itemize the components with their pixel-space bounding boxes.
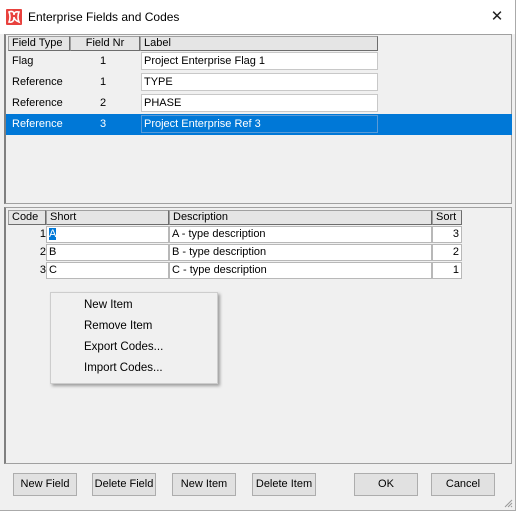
new-item-button[interactable]: New Item xyxy=(172,473,236,496)
window-title: Enterprise Fields and Codes xyxy=(28,10,180,24)
field-label-input[interactable]: Project Enterprise Ref 3 xyxy=(141,115,378,133)
table-row-selected[interactable]: Reference 3 Project Enterprise Ref 3 xyxy=(6,114,512,135)
short-input[interactable]: C xyxy=(46,262,169,279)
description-input[interactable]: C - type description xyxy=(169,262,432,279)
field-type-cell: Reference xyxy=(12,97,63,109)
field-nr-cell: 3 xyxy=(100,118,107,130)
title-bar: Enterprise Fields and Codes ✕ xyxy=(0,0,515,34)
ok-button[interactable]: OK xyxy=(354,473,418,496)
cancel-button[interactable]: Cancel xyxy=(431,473,495,496)
code-cell: 3 xyxy=(8,262,46,279)
field-label-input[interactable]: TYPE xyxy=(141,73,378,91)
close-icon[interactable]: ✕ xyxy=(487,7,507,27)
column-header-short[interactable]: Short xyxy=(46,210,169,225)
field-nr-cell: 2 xyxy=(100,97,107,109)
field-label-input[interactable]: PHASE xyxy=(141,94,378,112)
short-input[interactable]: B xyxy=(46,244,169,261)
context-menu: New Item Remove Item Export Codes... Imp… xyxy=(50,292,218,384)
fields-table: Field Type Field Nr Label Flag 1 Project… xyxy=(4,34,512,204)
column-header-sort[interactable]: Sort xyxy=(432,210,462,225)
column-header-field-nr[interactable]: Field Nr xyxy=(70,36,140,51)
field-type-cell: Reference xyxy=(12,118,63,130)
field-nr-cell: 1 xyxy=(100,55,107,67)
enterprise-fields-dialog: Enterprise Fields and Codes ✕ Field Type… xyxy=(0,0,516,511)
description-input[interactable]: B - type description xyxy=(169,244,432,261)
delete-field-button[interactable]: Delete Field xyxy=(92,473,156,496)
short-value-selected: A xyxy=(49,228,57,240)
sort-input[interactable]: 1 xyxy=(432,262,462,279)
sort-input[interactable]: 3 xyxy=(432,226,462,243)
column-header-description[interactable]: Description xyxy=(169,210,432,225)
short-input[interactable]: A xyxy=(46,226,169,243)
menu-item-import-codes[interactable]: Import Codes... xyxy=(84,358,163,378)
code-cell: 2 xyxy=(8,244,46,261)
description-input[interactable]: A - type description xyxy=(169,226,432,243)
field-type-cell: Reference xyxy=(12,76,63,88)
new-field-button[interactable]: New Field xyxy=(13,473,77,496)
app-logo-icon xyxy=(6,9,22,25)
resize-grip-icon[interactable] xyxy=(503,498,513,508)
field-type-cell: Flag xyxy=(12,55,34,67)
menu-item-remove-item[interactable]: Remove Item xyxy=(84,316,152,336)
delete-item-button[interactable]: Delete Item xyxy=(252,473,316,496)
code-cell: 1 xyxy=(8,226,46,243)
column-header-code[interactable]: Code xyxy=(8,210,46,225)
column-header-label[interactable]: Label xyxy=(140,36,378,51)
column-header-field-type[interactable]: Field Type xyxy=(8,36,70,51)
menu-item-export-codes[interactable]: Export Codes... xyxy=(84,337,163,357)
sort-input[interactable]: 2 xyxy=(432,244,462,261)
field-label-input[interactable]: Project Enterprise Flag 1 xyxy=(141,52,378,70)
field-nr-cell: 1 xyxy=(100,76,107,88)
menu-item-new-item[interactable]: New Item xyxy=(84,295,133,315)
